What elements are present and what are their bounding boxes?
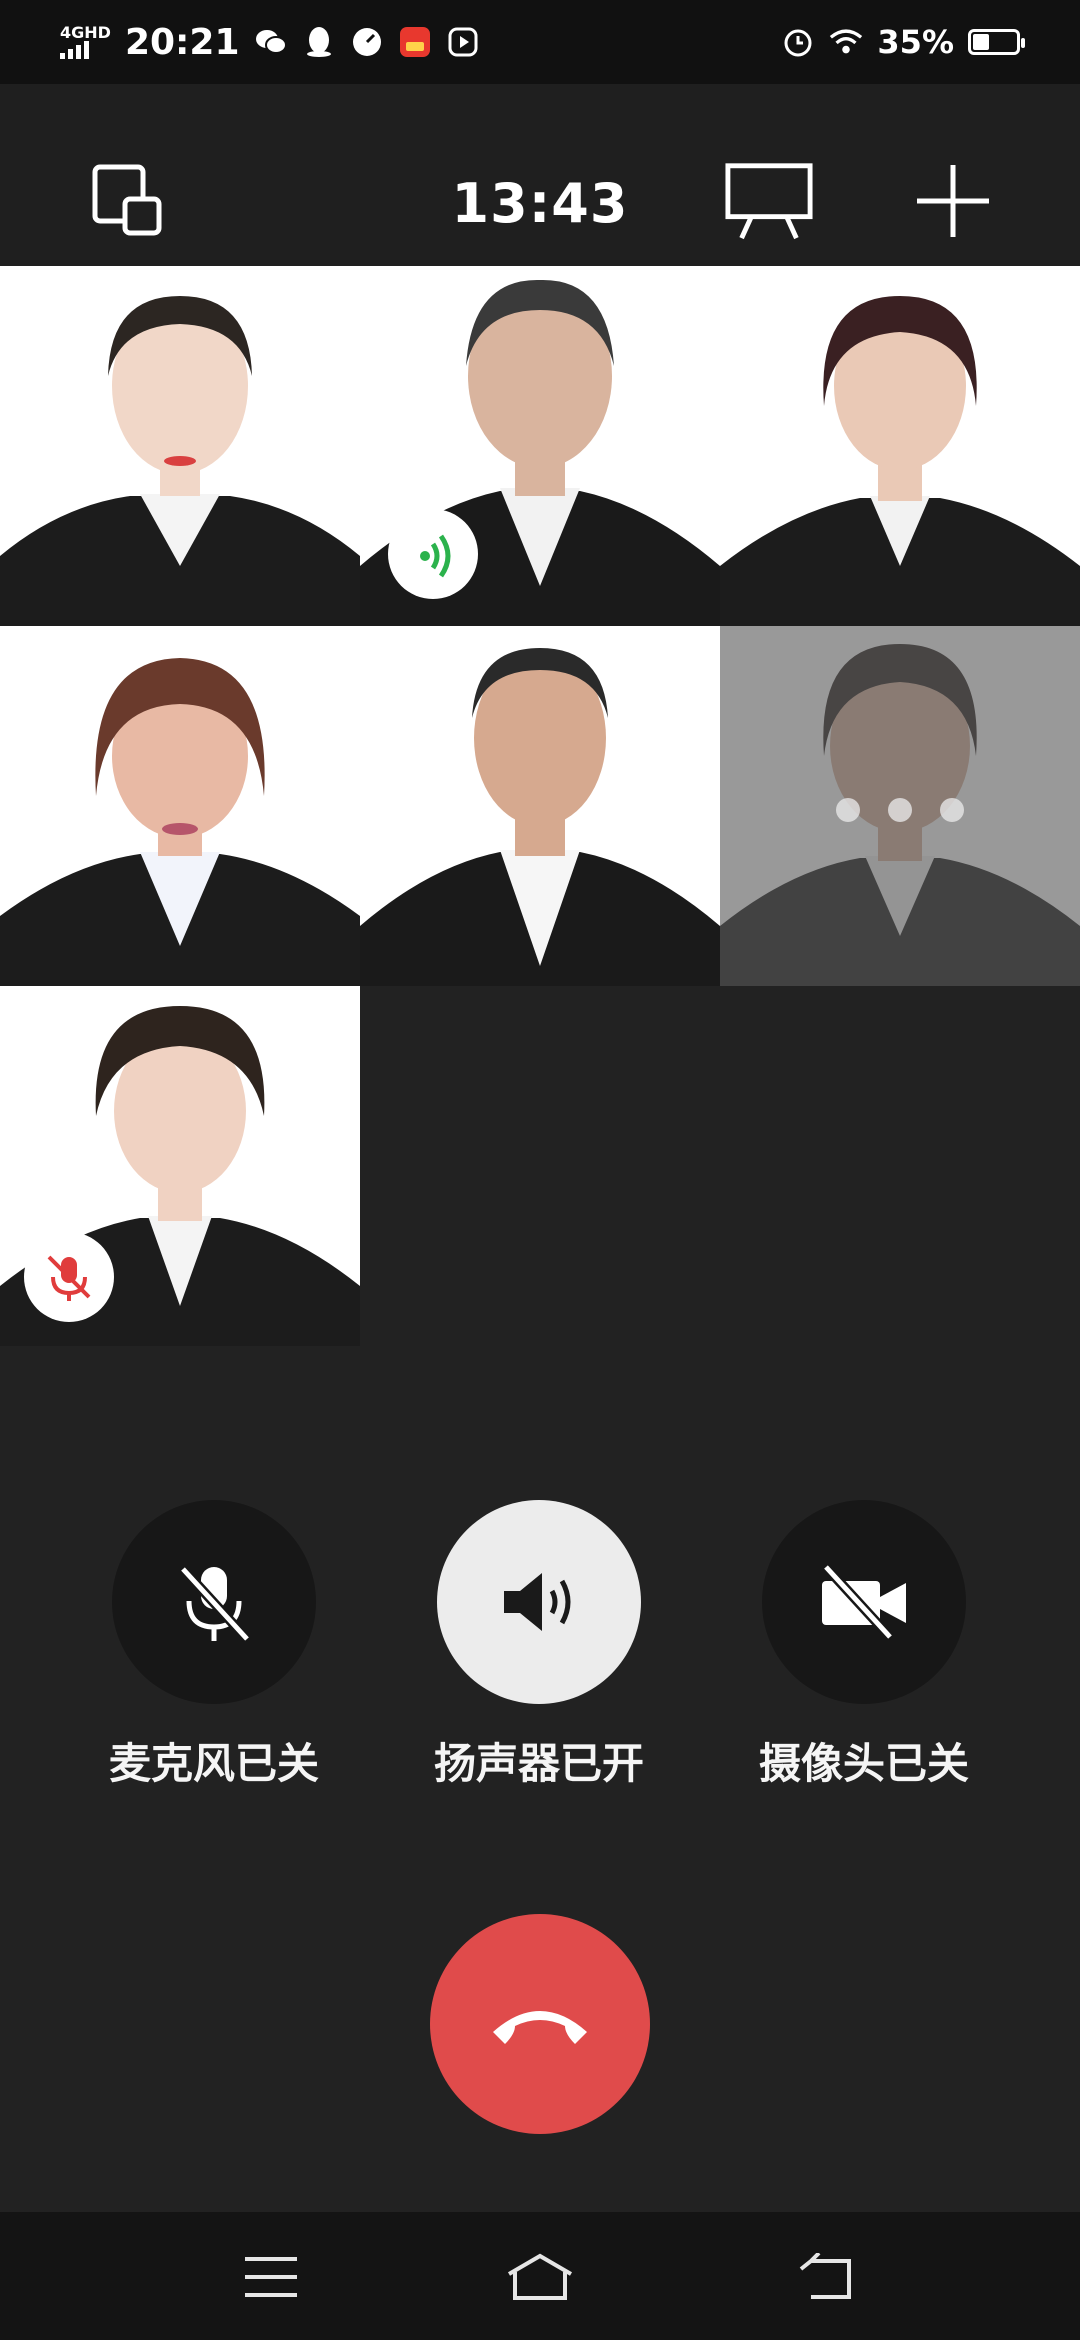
mic-toggle-label: 麦克风已关 [108, 1739, 319, 1788]
speaker-toggle-button[interactable]: 扬声器已开 [409, 1500, 669, 1791]
mic-toggle-button[interactable]: 麦克风已关 [84, 1500, 344, 1791]
qq-icon [302, 25, 336, 59]
mic-toggle-circle[interactable] [112, 1500, 316, 1704]
participant-tile-7[interactable] [0, 986, 360, 1346]
speaker-on-icon [504, 1573, 571, 1631]
call-controls: 麦克风已关 扬声器已开 摄像头已关 [0, 1500, 1080, 1800]
wechat-icon [254, 25, 288, 59]
call-top-bar: 13:43 [0, 84, 1080, 266]
camera-off-icon [822, 1563, 906, 1641]
speaking-indicator [388, 509, 478, 599]
screen-share-icon[interactable] [724, 156, 814, 246]
signal-icon: 4GHD [60, 25, 111, 59]
speaker-toggle-circle[interactable] [437, 1500, 641, 1704]
participant-tile-4[interactable] [0, 626, 360, 986]
participant-avatar [360, 626, 720, 986]
participant-tile-1[interactable] [0, 266, 360, 626]
phone-hangup-icon [493, 2011, 587, 2044]
back-icon[interactable] [790, 2242, 860, 2312]
speaker-toggle-label: 扬声器已开 [433, 1739, 644, 1788]
video-app-icon [446, 25, 480, 59]
menu-icon[interactable] [236, 2242, 306, 2312]
participant-tile-2[interactable] [360, 266, 720, 626]
shopping-app-icon [398, 25, 432, 59]
camera-toggle-label: 摄像头已关 [758, 1739, 969, 1788]
home-icon[interactable] [505, 2242, 575, 2312]
battery-percent: 35% [877, 23, 954, 61]
add-participant-icon[interactable] [908, 156, 998, 246]
alarm-icon [781, 25, 815, 59]
participant-avatar [0, 626, 360, 986]
status-bar: 4GHD 20:21 35% [0, 0, 1080, 84]
hang-up-button[interactable] [430, 1914, 650, 2134]
speaking-icon [420, 534, 451, 578]
mic-muted-icon [47, 1255, 91, 1301]
participant-tile-5[interactable] [360, 626, 720, 986]
participant-avatar [0, 266, 360, 626]
mic-off-icon [179, 1565, 251, 1643]
participant-tile-3[interactable] [720, 266, 1080, 626]
system-nav-bar [0, 2212, 1080, 2340]
connecting-indicator [720, 798, 1080, 822]
camera-toggle-circle[interactable] [762, 1500, 966, 1704]
battery-icon [968, 29, 1025, 55]
muted-indicator [24, 1232, 114, 1322]
clock: 20:21 [124, 21, 240, 63]
speedometer-icon [350, 25, 384, 59]
network-type: 4GHD [60, 23, 111, 42]
participant-tile-6[interactable] [720, 626, 1080, 986]
camera-toggle-button[interactable]: 摄像头已关 [734, 1500, 994, 1791]
participant-avatar [720, 266, 1080, 626]
wifi-icon [829, 25, 863, 59]
